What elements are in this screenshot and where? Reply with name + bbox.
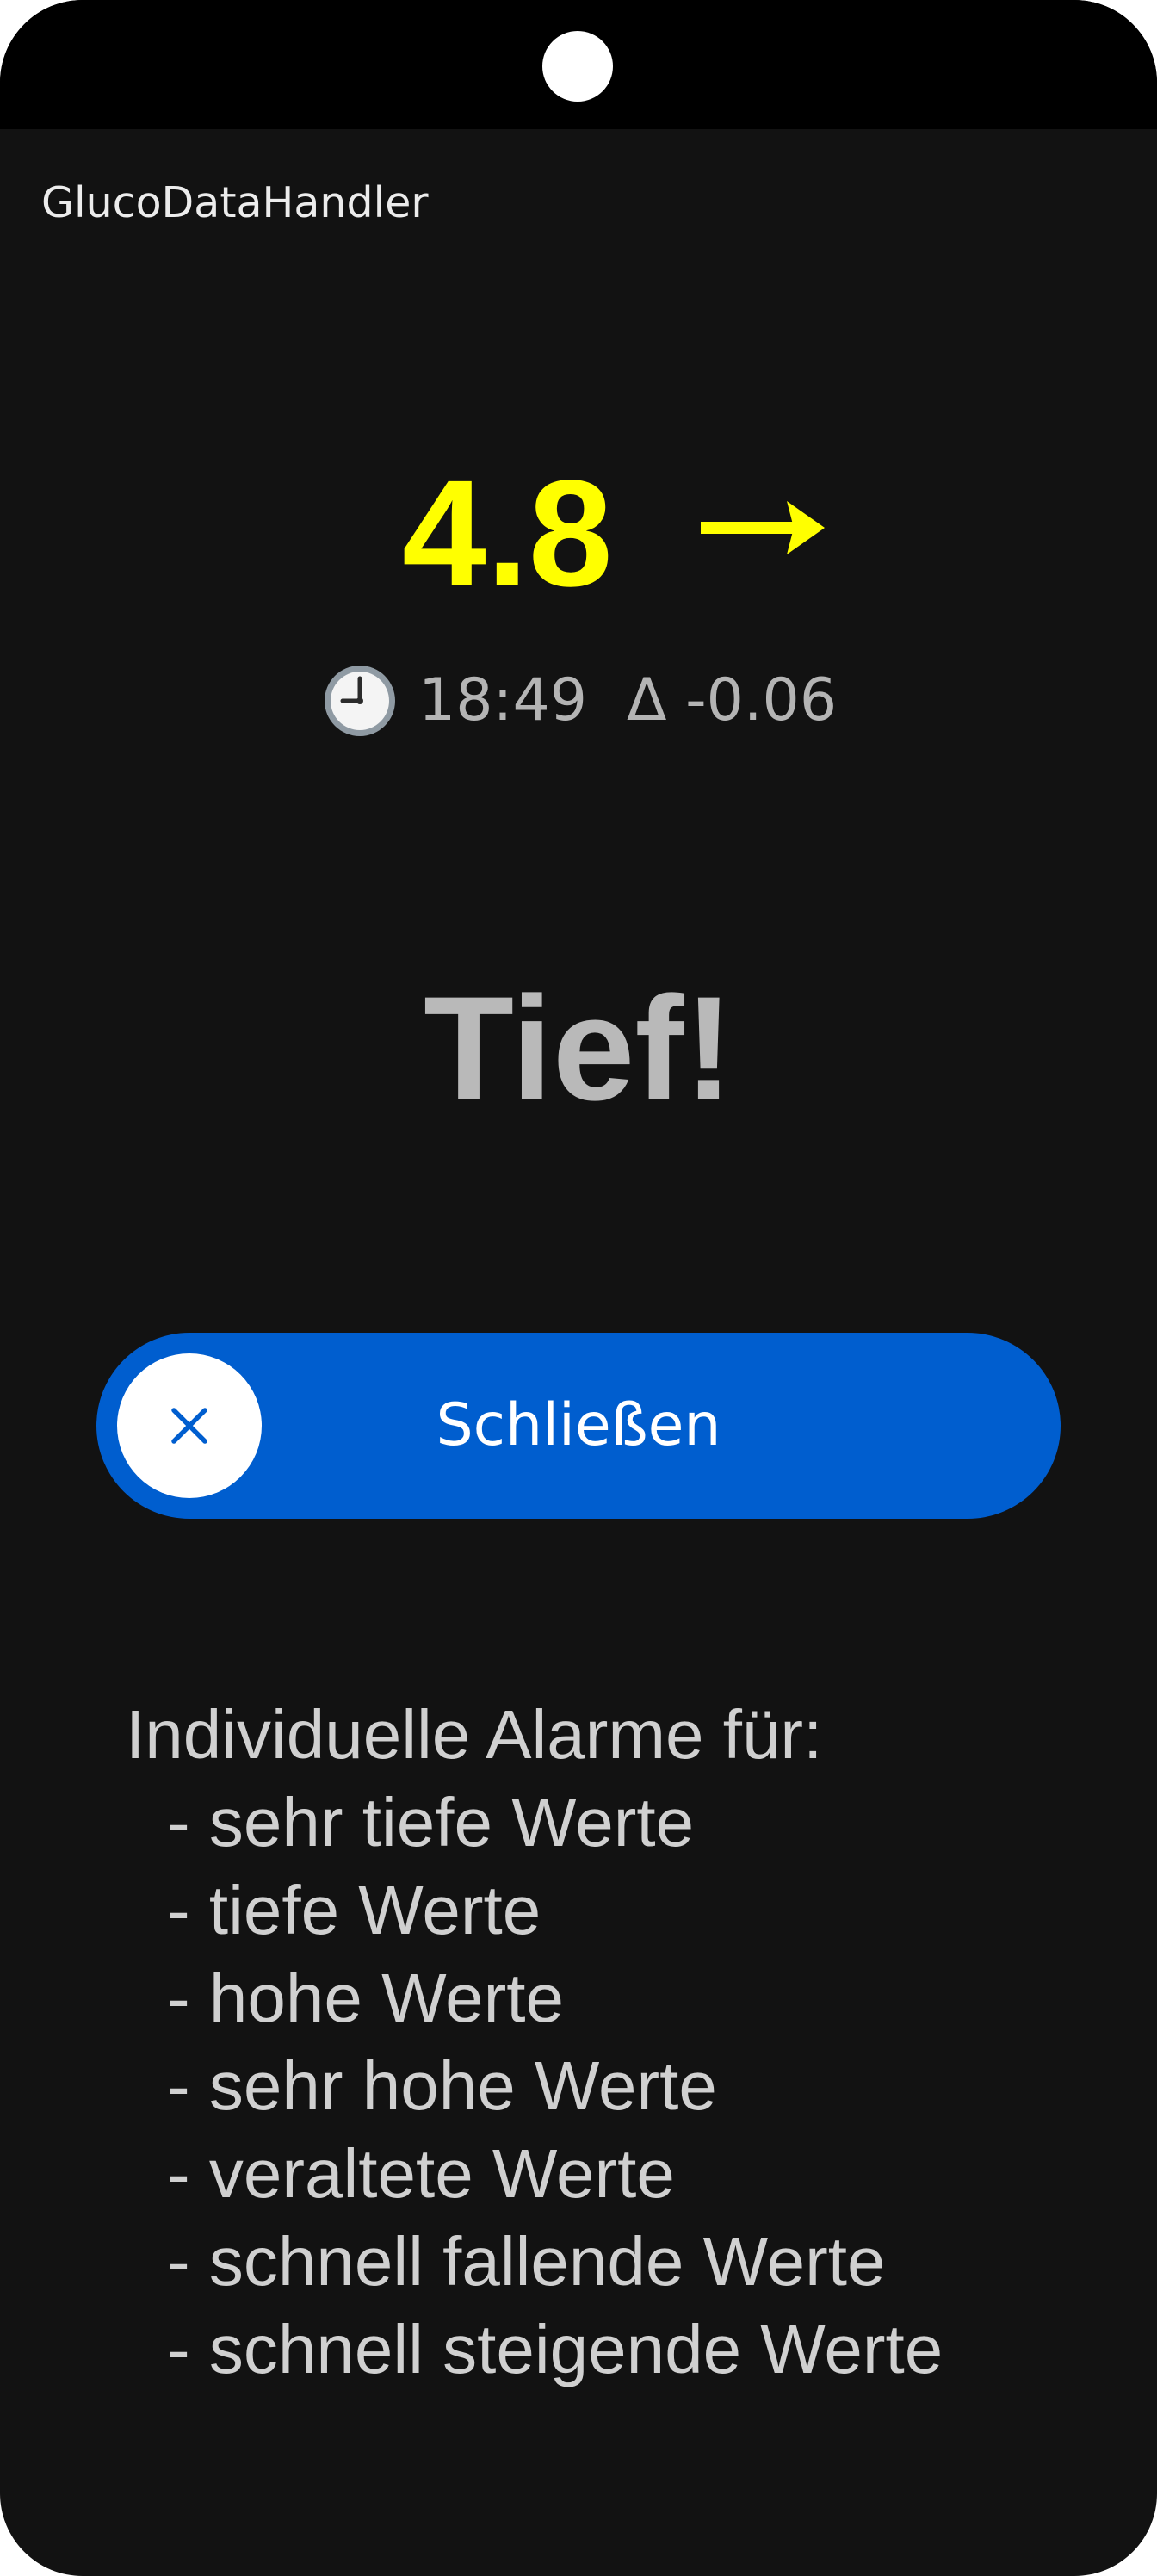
- description-item: - schnell steigende Werte: [167, 2311, 944, 2387]
- alarm-description: Individuelle Alarme für: - sehr tiefe We…: [126, 1691, 943, 2393]
- description-heading: Individuelle Alarme für:: [126, 1696, 823, 1773]
- description-item: - sehr tiefe Werte: [167, 1784, 695, 1861]
- slider-knob[interactable]: [117, 1353, 262, 1498]
- status-bar: [0, 0, 1157, 129]
- description-item: - tiefe Werte: [167, 1872, 541, 1948]
- alarm-title: Tief!: [424, 966, 733, 1131]
- phone-screen: GlucoDataHandler 4.8 18:49 Δ -0.06 Tief!…: [0, 0, 1157, 2576]
- close-icon: [171, 1408, 207, 1444]
- clock-icon: [325, 666, 395, 736]
- description-item: - schnell fallende Werte: [167, 2223, 886, 2300]
- app-title: GlucoDataHandler: [41, 178, 429, 227]
- close-slider[interactable]: Schließen: [96, 1333, 1061, 1519]
- camera-cutout: [542, 31, 613, 102]
- glucose-value: 4.8: [402, 449, 613, 618]
- description-item: - hohe Werte: [167, 1960, 564, 2036]
- description-item: - veraltete Werte: [167, 2135, 675, 2212]
- reading-time: 18:49: [418, 666, 587, 734]
- description-item: - sehr hohe Werte: [167, 2047, 717, 2124]
- arrow-right-icon: [701, 501, 825, 554]
- glucose-delta: Δ -0.06: [627, 666, 838, 734]
